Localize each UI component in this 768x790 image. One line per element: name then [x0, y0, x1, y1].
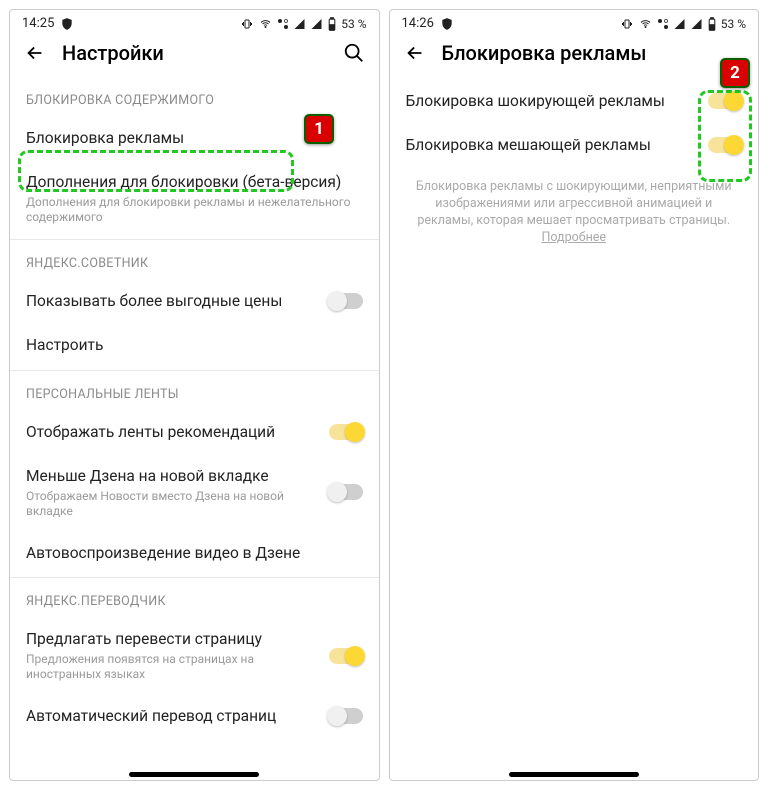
row-label: Автоматический перевод страниц — [26, 706, 319, 726]
info-link[interactable]: Подробнее — [541, 230, 606, 245]
row-better-prices[interactable]: Показывать более выгодные цены — [10, 279, 379, 323]
row-sublabel: Отображаем Новости вместо Дзена на новой… — [26, 489, 319, 519]
shield-icon — [60, 17, 74, 31]
battery-percent: 53 % — [721, 17, 746, 31]
nav-bar — [390, 766, 759, 780]
page-title: Блокировка рекламы — [442, 41, 745, 65]
toggle-less-zen[interactable] — [329, 484, 363, 500]
toggle-better-prices[interactable] — [329, 293, 363, 309]
row-show-feeds[interactable]: Отображать ленты рекомендаций — [10, 410, 379, 454]
row-label: Показывать более выгодные цены — [26, 291, 319, 311]
annotation-callout-1: 1 — [304, 114, 334, 144]
data-icon — [657, 18, 669, 30]
phone-left: 14:25 53 % Настройки БЛОКИРОВКА СОДЕРЖИМ… — [9, 9, 380, 781]
toggle-auto-translate[interactable] — [329, 708, 363, 724]
nav-pill[interactable] — [509, 772, 639, 777]
row-autoplay-zen[interactable]: Автовоспроизведение видео в Дзене — [10, 531, 379, 575]
wifi-icon — [638, 18, 653, 30]
row-label: Блокировка шокирующей рекламы — [406, 91, 699, 111]
row-label: Настроить — [26, 335, 363, 355]
phone-right: 14:26 53 % Блокировка рекламы Блокировка… — [389, 9, 760, 781]
row-label: Отображать ленты рекомендаций — [26, 422, 319, 442]
row-configure-sovetnik[interactable]: Настроить — [10, 323, 379, 367]
row-label: Дополнения для блокировки (бета-версия) — [26, 172, 363, 192]
battery-icon — [327, 17, 337, 31]
section-sovetnik: ЯНДЕКС.СОВЕТНИК — [10, 242, 379, 279]
toggle-block-annoying[interactable] — [708, 137, 742, 153]
nav-bar — [10, 766, 379, 780]
divider — [10, 577, 379, 578]
battery-icon — [707, 17, 717, 31]
annotation-callout-2: 2 — [720, 58, 750, 88]
wifi-icon — [258, 18, 273, 30]
search-button[interactable] — [343, 42, 365, 64]
nav-pill[interactable] — [129, 772, 259, 777]
arrow-left-icon — [404, 42, 426, 64]
status-bar: 14:26 53 % — [390, 10, 759, 33]
search-icon — [343, 42, 365, 64]
divider — [10, 239, 379, 240]
shield-icon — [440, 17, 454, 31]
back-button[interactable] — [24, 42, 46, 64]
row-block-shocking[interactable]: Блокировка шокирующей рекламы — [390, 79, 759, 123]
status-time: 14:25 — [22, 16, 54, 31]
signal-icon — [673, 18, 686, 30]
toggle-offer-translate[interactable] — [329, 648, 363, 664]
row-auto-translate[interactable]: Автоматический перевод страниц — [10, 694, 379, 732]
back-button[interactable] — [404, 42, 426, 64]
row-offer-translate[interactable]: Предлагать перевести страницу Предложени… — [10, 617, 379, 694]
row-sublabel: Предложения появятся на страницах на ино… — [26, 652, 319, 682]
toggle-show-feeds[interactable] — [329, 424, 363, 440]
toggle-block-shocking[interactable] — [708, 93, 742, 109]
row-less-zen[interactable]: Меньше Дзена на новой вкладке Отображаем… — [10, 454, 379, 531]
status-bar: 14:25 53 % — [10, 10, 379, 33]
divider — [10, 370, 379, 371]
section-translator: ЯНДЕКС.ПЕРЕВОДЧИК — [10, 580, 379, 617]
signal-icon — [690, 18, 703, 30]
signal-icon — [293, 18, 306, 30]
row-label: Блокировка мешающей рекламы — [406, 135, 699, 155]
info-text: Блокировка рекламы с шокирующими, неприя… — [390, 167, 759, 259]
data-icon — [277, 18, 289, 30]
app-bar: Настройки — [10, 33, 379, 79]
signal-icon — [310, 18, 323, 30]
app-bar: Блокировка рекламы — [390, 33, 759, 79]
row-label: Меньше Дзена на новой вкладке — [26, 466, 319, 486]
status-time: 14:26 — [402, 16, 434, 31]
row-label: Автовоспроизведение видео в Дзене — [26, 543, 363, 563]
row-label: Предлагать перевести страницу — [26, 629, 319, 649]
section-content-blocking: БЛОКИРОВКА СОДЕРЖИМОГО — [10, 79, 379, 116]
page-title: Настройки — [62, 41, 327, 65]
battery-percent: 53 % — [341, 17, 366, 31]
row-block-annoying[interactable]: Блокировка мешающей рекламы — [390, 123, 759, 167]
row-blocking-addons[interactable]: Дополнения для блокировки (бета-версия) … — [10, 160, 379, 237]
vibrate-icon — [620, 18, 634, 30]
vibrate-icon — [240, 18, 254, 30]
arrow-left-icon — [24, 42, 46, 64]
section-feeds: ПЕРСОНАЛЬНЫЕ ЛЕНТЫ — [10, 373, 379, 410]
row-sublabel: Дополнения для блокировки рекламы и неже… — [26, 195, 363, 225]
